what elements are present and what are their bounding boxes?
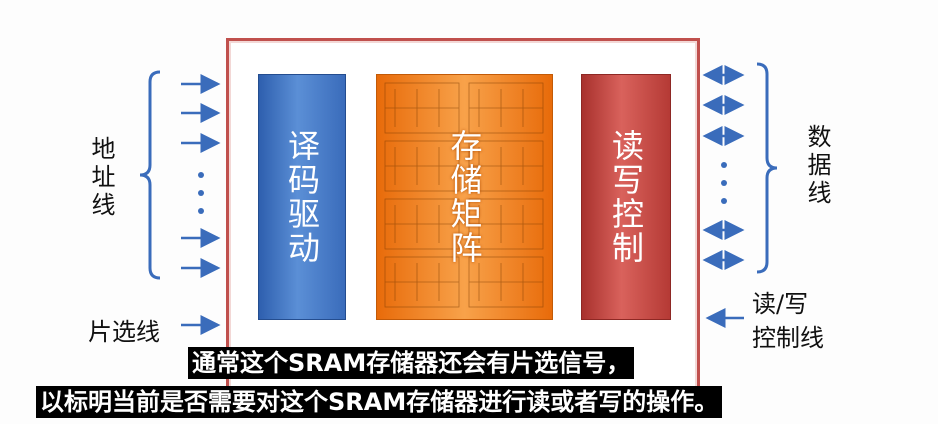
subtitle-line-2: 以标明当前是否需要对这个SRAM存储器进行读或者写的操作。 <box>36 386 723 418</box>
address-ellipsis-dots <box>198 172 204 214</box>
data-lines-label: 数据线 <box>803 124 831 208</box>
data-brace <box>756 62 778 274</box>
chip-select-label: 片选线 <box>88 318 160 346</box>
rw-control-label-line1: 读/写 <box>752 290 809 318</box>
address-brace <box>139 70 161 280</box>
address-lines-label: 地址线 <box>87 136 115 220</box>
subtitle-line-1: 通常这个SRAM存储器还会有片选信号， <box>188 347 635 379</box>
rw-control-label-line2: 控制线 <box>752 324 824 352</box>
data-ellipsis-dots <box>721 162 727 204</box>
storage-matrix-label: 存储矩阵 <box>445 129 484 265</box>
